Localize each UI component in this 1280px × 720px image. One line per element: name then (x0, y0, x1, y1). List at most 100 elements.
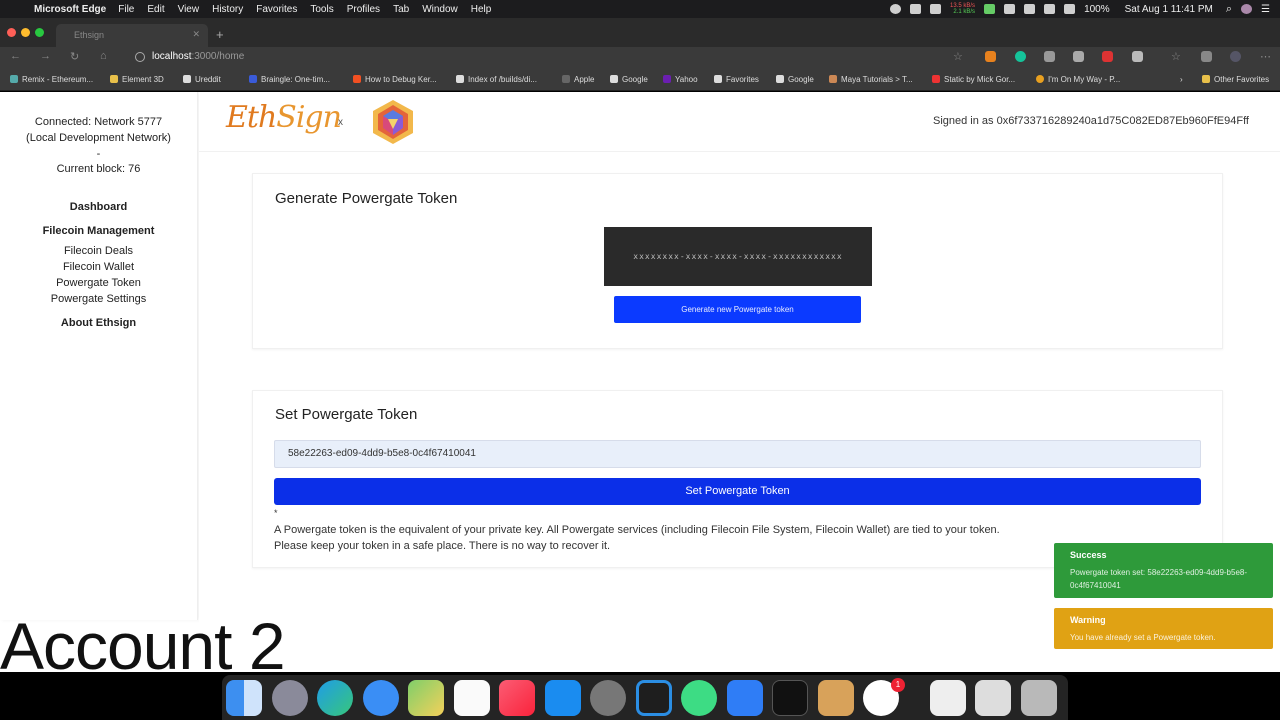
leaf-icon[interactable] (984, 4, 996, 14)
menu-help[interactable]: Help (471, 4, 492, 15)
favorite-item[interactable]: Apple (562, 75, 594, 84)
forward-icon[interactable]: → (40, 50, 51, 62)
favorite-star-icon[interactable]: ☆ (953, 50, 963, 63)
app-store-icon[interactable] (545, 680, 581, 716)
network-meter[interactable]: 13.5 kB/s 2.1 kB/s (950, 3, 975, 15)
home-icon[interactable]: ⌂ (100, 50, 107, 62)
launchpad-icon[interactable] (272, 680, 308, 716)
success-toast[interactable]: Success Powergate token set: 58e22263-ed… (1054, 543, 1273, 598)
clock-text[interactable]: Sat Aug 1 11:41 PM (1125, 4, 1213, 15)
favorite-item[interactable]: I'm On My Way - P... (1036, 75, 1120, 84)
package-icon[interactable] (818, 680, 854, 716)
vscode-icon[interactable] (636, 680, 672, 716)
favorite-item[interactable]: How to Debug Ker... (353, 75, 437, 84)
site-info-icon[interactable] (135, 52, 145, 62)
maps-icon[interactable] (408, 680, 444, 716)
cloud-icon[interactable] (910, 4, 922, 14)
favorite-item[interactable]: Ureddit (183, 75, 221, 84)
favorites-overflow-icon[interactable]: › (1180, 75, 1183, 84)
music-icon[interactable] (499, 680, 535, 716)
metamask-extension-icon[interactable] (985, 51, 996, 62)
wifi-icon[interactable] (1064, 4, 1076, 14)
user-icon[interactable] (1241, 4, 1253, 14)
battery-text[interactable]: 100% (1084, 4, 1110, 15)
menu-view[interactable]: View (178, 4, 200, 15)
sidebar-item-dashboard[interactable]: Dashboard (0, 201, 197, 213)
sidebar-item-filecoin-management[interactable]: Filecoin Management (0, 225, 197, 237)
favorite-item[interactable]: Static by Mick Gor... (932, 75, 1015, 84)
finder-icon[interactable] (226, 680, 262, 716)
shield-extension-icon[interactable] (1132, 51, 1143, 62)
extension-icon[interactable] (1073, 51, 1084, 62)
favorite-item[interactable]: Element 3D (110, 75, 164, 84)
system-preferences-icon[interactable] (590, 680, 626, 716)
grammarly-extension-icon[interactable] (1015, 51, 1026, 62)
favorite-item[interactable]: Braingle: One-tim... (249, 75, 330, 84)
new-tab-icon[interactable]: + (216, 27, 224, 42)
connection-status: Connected: Network 5777 (Local Developme… (0, 114, 197, 146)
sidebar-item-filecoin-wallet[interactable]: Filecoin Wallet (0, 259, 197, 275)
close-tab-icon[interactable]: ✕ (192, 29, 200, 40)
window-icon[interactable] (1024, 4, 1036, 14)
browser-toolbar: ← → ↻ ⌂ localhost:3000/home ☆ ☆ ⋯ (0, 47, 1280, 68)
token-input[interactable]: 58e22263-ed09-4dd9-b5e8-0c4f67410041 (274, 440, 1201, 468)
set-token-title: Set Powergate Token (275, 406, 418, 423)
android-studio-icon[interactable] (681, 680, 717, 716)
terminal-icon[interactable] (772, 680, 808, 716)
sidebar-item-powergate-settings[interactable]: Powergate Settings (0, 291, 197, 307)
app-menu[interactable]: Microsoft Edge (34, 4, 106, 15)
books-icon[interactable] (930, 4, 942, 14)
macos-menu-bar: Microsoft Edge File Edit View History Fa… (0, 0, 1280, 18)
app-header: EthSign x Signed in as 0x6f733716289240a… (199, 92, 1280, 152)
favorite-item[interactable]: Google (776, 75, 814, 84)
address-bar[interactable]: localhost:3000/home (125, 48, 975, 67)
xcode-icon[interactable] (727, 680, 763, 716)
extension-icon[interactable] (1102, 51, 1113, 62)
trash-icon[interactable] (1021, 680, 1057, 716)
search-icon[interactable]: ⌕ (1226, 3, 1232, 16)
menu-tab[interactable]: Tab (393, 4, 409, 15)
sidebar-item-about[interactable]: About Ethsign (0, 317, 197, 329)
menu-favorites[interactable]: Favorites (256, 4, 297, 15)
refresh-icon[interactable]: ↻ (70, 50, 79, 63)
favorite-item[interactable]: Yahoo (663, 75, 698, 84)
grid-icon[interactable] (1004, 4, 1016, 14)
note-asterisk: * (274, 508, 278, 518)
back-icon[interactable]: ← (10, 50, 21, 62)
generate-token-button[interactable]: Generate new Powergate token (614, 296, 861, 323)
menu-window[interactable]: Window (422, 4, 458, 15)
favorite-item[interactable]: Maya Tutorials > T... (829, 75, 913, 84)
other-favorites-folder[interactable]: Other Favorites (1202, 75, 1269, 84)
extension-icon[interactable] (1044, 51, 1055, 62)
sidebar-item-filecoin-deals[interactable]: Filecoin Deals (0, 243, 197, 259)
minimize-window-button[interactable] (21, 28, 30, 37)
favorite-item[interactable]: Favorites (714, 75, 759, 84)
profile-avatar[interactable] (1230, 51, 1241, 62)
menu-history[interactable]: History (212, 4, 243, 15)
favorite-item[interactable]: Remix - Ethereum... (10, 75, 93, 84)
tab-ethsign[interactable]: Ethsign ✕ (56, 24, 208, 47)
sidebar-item-powergate-token[interactable]: Powergate Token (0, 275, 197, 291)
set-token-button[interactable]: Set Powergate Token (274, 478, 1201, 505)
menu-edit[interactable]: Edit (147, 4, 164, 15)
menu-file[interactable]: File (118, 4, 134, 15)
warning-toast[interactable]: Warning You have already set a Powergate… (1054, 608, 1273, 649)
menu-profiles[interactable]: Profiles (347, 4, 380, 15)
favorite-item[interactable]: Google (610, 75, 648, 84)
calendar-icon[interactable] (454, 680, 490, 716)
favorites-icon[interactable]: ☆ (1171, 50, 1181, 63)
edge-icon[interactable] (317, 680, 353, 716)
close-window-button[interactable] (7, 28, 16, 37)
collections-icon[interactable] (1201, 51, 1212, 62)
favorite-item[interactable]: Index of /builds/di... (456, 75, 537, 84)
document-icon[interactable] (975, 680, 1011, 716)
token-warning-note: A Powergate token is the equivalent of y… (274, 524, 1000, 552)
document-icon[interactable] (930, 680, 966, 716)
vpn-icon[interactable] (1044, 4, 1056, 14)
menu-tools[interactable]: Tools (310, 4, 333, 15)
control-center-icon[interactable]: ☰ (1261, 4, 1270, 15)
record-icon[interactable] (890, 4, 902, 14)
messages-icon[interactable] (363, 680, 399, 716)
maximize-window-button[interactable] (35, 28, 44, 37)
more-menu-icon[interactable]: ⋯ (1260, 50, 1271, 63)
